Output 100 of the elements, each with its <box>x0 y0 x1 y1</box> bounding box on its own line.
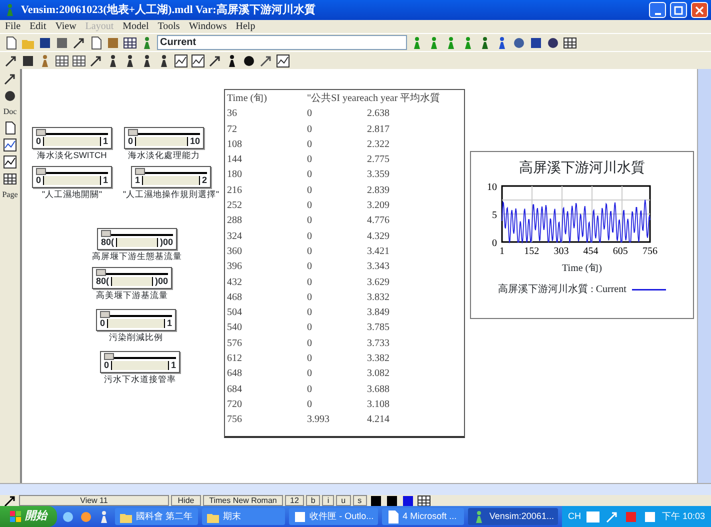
table-cell-text: 648 <box>227 367 243 382</box>
table-cell-text: 0 <box>307 321 313 336</box>
table-icon[interactable] <box>3 172 17 186</box>
table-cell-text: 2.322 <box>367 138 390 152</box>
menu-item[interactable]: File <box>5 19 21 34</box>
doc-label[interactable]: Doc <box>3 106 17 118</box>
taskbar-button[interactable]: 4 Microsoft ... <box>382 508 464 525</box>
table-cell-text: 3.082 <box>367 367 390 382</box>
slider[interactable]: 0 10 <box>124 127 204 149</box>
chart-icon[interactable] <box>276 54 290 68</box>
circle-icon[interactable] <box>242 54 256 68</box>
slider-thumb[interactable] <box>36 129 46 136</box>
slider-input[interactable] <box>142 176 200 185</box>
chart-icon[interactable] <box>174 54 188 68</box>
close-button[interactable] <box>691 2 708 18</box>
style-button[interactable]: i <box>322 495 334 506</box>
color-swatch-icon[interactable] <box>400 494 415 508</box>
slider[interactable]: 0 1 <box>32 127 112 149</box>
slider-thumb[interactable] <box>36 168 46 175</box>
vertical-scrollbar[interactable] <box>697 69 711 483</box>
chart-icon[interactable] <box>191 54 205 68</box>
circle-icon[interactable] <box>546 36 560 50</box>
slider[interactable]: 0 1 <box>100 351 180 373</box>
menu-item[interactable]: Edit <box>30 19 46 34</box>
square-icon[interactable] <box>529 36 543 50</box>
slider-thumb[interactable] <box>101 230 111 237</box>
slider-thumb[interactable] <box>135 168 146 175</box>
taskbar-button[interactable]: 收件匣 - Outlo... <box>288 508 378 525</box>
slider[interactable]: 0 1 <box>32 166 112 188</box>
tick-label: 152 <box>524 246 540 257</box>
slider-thumb[interactable] <box>128 129 138 136</box>
table-cell-text: 144 <box>227 153 243 168</box>
slider-thumb[interactable] <box>96 269 106 276</box>
legend-line <box>632 288 666 290</box>
slider-thumb[interactable] <box>100 311 110 318</box>
chart-icon[interactable] <box>3 138 17 152</box>
maximize-button[interactable] <box>670 2 687 18</box>
arrow-icon[interactable] <box>89 54 103 68</box>
menu-item[interactable]: Windows <box>188 19 227 34</box>
color-swatch-icon[interactable] <box>384 494 399 508</box>
menu-item[interactable]: Help <box>236 19 256 34</box>
slider[interactable]: 80( )00 <box>97 228 177 250</box>
table-cell-text: 0 <box>307 398 313 412</box>
table-cell-text: 468 <box>227 290 243 305</box>
slider[interactable]: 0 1 <box>96 309 176 331</box>
arrow-icon[interactable] <box>259 54 273 68</box>
slider-thumb[interactable] <box>104 353 114 360</box>
table-cell-text: 432 <box>227 276 243 290</box>
document-icon[interactable] <box>3 121 17 135</box>
table-cell-text: 180 <box>227 168 243 182</box>
table-cell-text: 2.775 <box>367 153 390 168</box>
menu-item[interactable]: Model <box>122 19 149 34</box>
menu-item[interactable]: Tools <box>158 19 180 34</box>
style-button[interactable]: u <box>336 495 351 506</box>
style-button[interactable]: b <box>306 495 320 506</box>
slider[interactable]: 80( )00 <box>92 267 172 289</box>
taskbar-button[interactable]: 期末 <box>202 508 285 525</box>
font-size-field[interactable]: 12 <box>285 495 304 506</box>
slider-max: 10 <box>190 136 200 147</box>
slider-input[interactable] <box>116 238 158 247</box>
color-swatch-icon[interactable] <box>368 494 383 508</box>
column-header: "公共SI yeareach year 平均水質 <box>307 92 440 106</box>
table-cell-text: 0 <box>307 290 313 305</box>
slider-input[interactable] <box>111 361 169 370</box>
taskbar-button[interactable]: Vensim:20061... <box>468 508 558 525</box>
table-cell-text: 0 <box>307 244 313 259</box>
table-cell-text: 3.993 <box>307 413 330 428</box>
grid-icon[interactable] <box>563 36 577 50</box>
taskbar-button[interactable]: 國科會 第二年 <box>115 508 198 525</box>
table-cell-text: 0 <box>307 336 313 351</box>
slider[interactable]: 1 2 <box>131 166 212 188</box>
table-cell-text: 360 <box>227 244 243 259</box>
menu-item[interactable]: View <box>55 19 76 34</box>
table-cell-text: 0 <box>307 122 313 137</box>
page-label[interactable]: Page <box>2 189 18 201</box>
slider-max: 1 <box>102 136 108 147</box>
table-cell-text: 3.359 <box>367 168 390 182</box>
document-icon <box>386 510 400 524</box>
table-cell-text: 108 <box>227 138 243 152</box>
slider-label: "人工濕地操作規則選擇" <box>123 189 220 200</box>
visibility-field[interactable]: Hide <box>171 495 201 506</box>
table-cell-text: 396 <box>227 260 243 274</box>
slider-input[interactable] <box>111 277 153 286</box>
arrow-icon[interactable] <box>4 54 18 68</box>
close-icon <box>695 6 704 14</box>
table-cell-text: 720 <box>227 398 243 412</box>
slider-input[interactable] <box>43 176 101 185</box>
horizontal-scrollbar[interactable] <box>0 483 711 495</box>
run-name-field[interactable]: Current <box>157 35 407 50</box>
slider-input[interactable] <box>135 137 188 146</box>
style-button[interactable]: s <box>352 495 367 506</box>
table-cell-text: 504 <box>227 306 243 320</box>
view-field[interactable]: View 11 <box>19 495 169 506</box>
arrow-icon[interactable] <box>208 54 222 68</box>
chart-icon[interactable] <box>3 155 17 169</box>
minimize-button[interactable] <box>649 2 666 18</box>
slider-input[interactable] <box>43 137 101 146</box>
table-cell-text: 0 <box>307 260 313 274</box>
slider-input[interactable] <box>107 319 165 328</box>
font-field[interactable]: Times New Roman <box>203 495 283 506</box>
